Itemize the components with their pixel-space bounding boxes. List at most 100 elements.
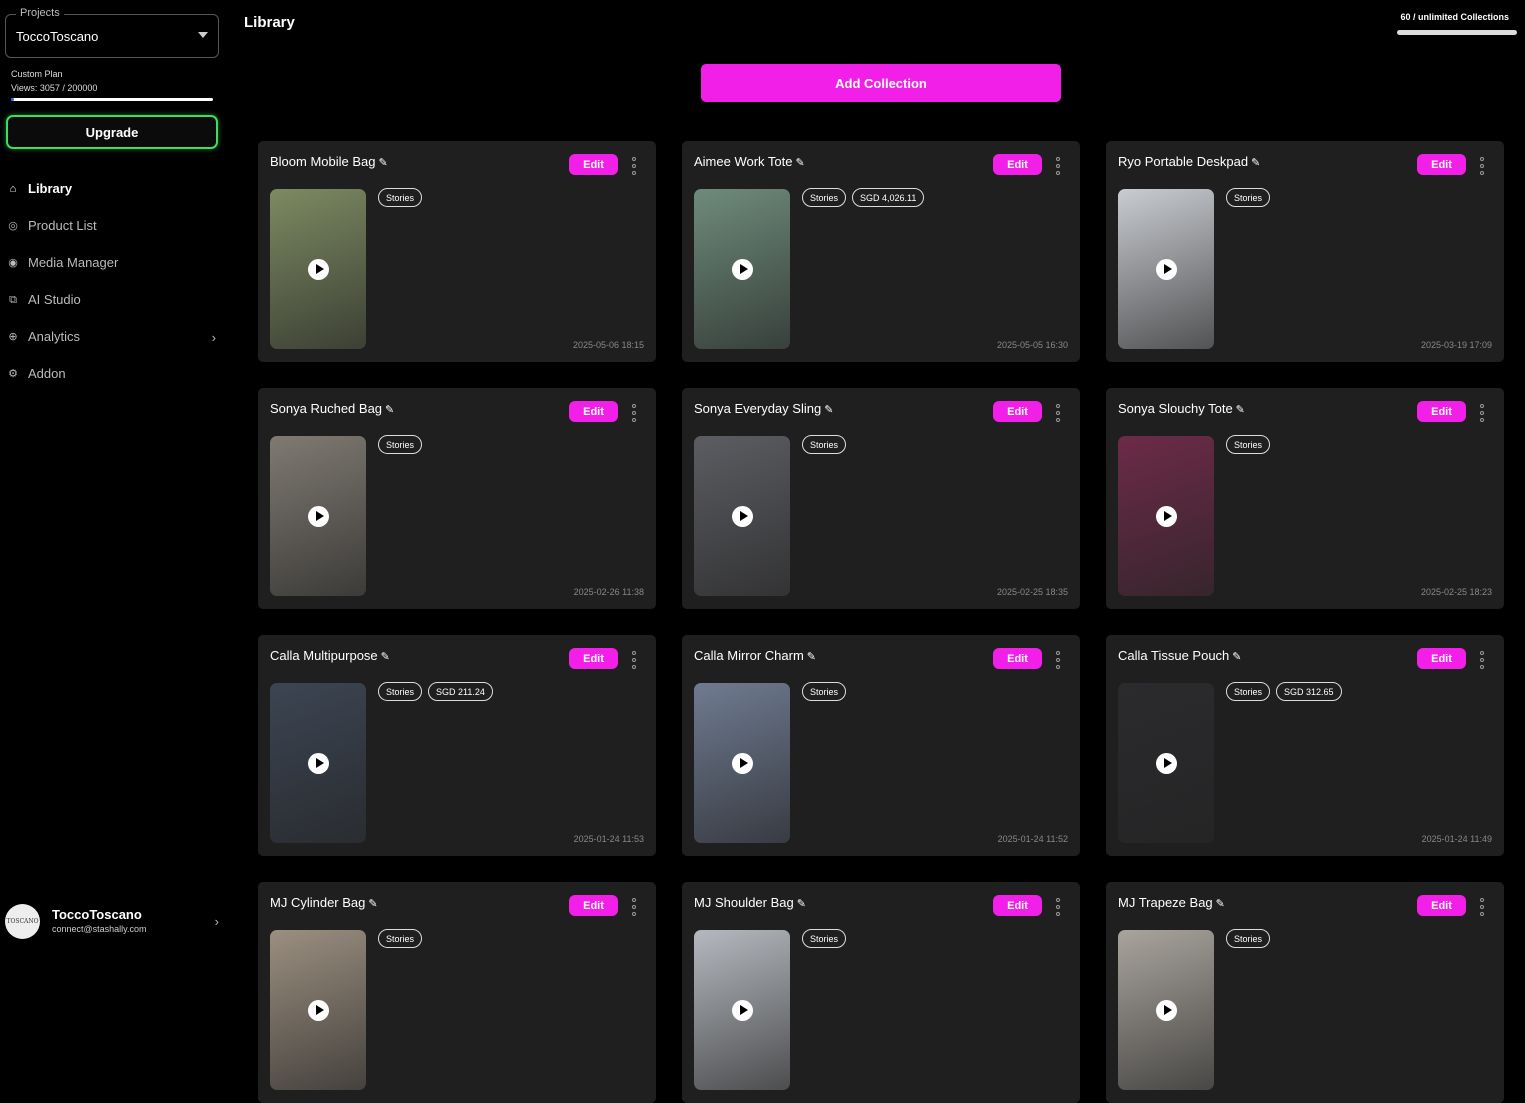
pencil-icon[interactable]: ✎ <box>797 897 806 910</box>
collection-card[interactable]: Calla Tissue Pouch ✎ Edit Stories SGD 312.65… <box>1106 635 1504 856</box>
sidebar-item-ai-studio[interactable]: ⧉ AI Studio <box>0 281 228 318</box>
video-thumbnail[interactable] <box>270 436 366 596</box>
play-icon[interactable] <box>732 259 753 280</box>
collection-date: 2025-01-24 11:49 <box>1421 834 1492 844</box>
play-icon[interactable] <box>308 259 329 280</box>
more-options-icon[interactable] <box>1052 898 1064 916</box>
video-thumbnail[interactable] <box>1118 930 1214 1090</box>
play-icon[interactable] <box>732 753 753 774</box>
video-thumbnail[interactable] <box>270 189 366 349</box>
play-icon[interactable] <box>1156 1000 1177 1021</box>
collection-title-text: Aimee Work Tote <box>694 154 793 169</box>
views-progress-fill <box>11 98 15 101</box>
play-icon[interactable] <box>1156 259 1177 280</box>
edit-button[interactable]: Edit <box>1417 154 1466 175</box>
play-icon[interactable] <box>732 1000 753 1021</box>
video-thumbnail[interactable] <box>694 683 790 843</box>
sidebar-item-addon[interactable]: ⚙ Addon <box>0 355 228 392</box>
edit-button[interactable]: Edit <box>569 648 618 669</box>
sidebar-item-product-list[interactable]: ◎ Product List <box>0 207 228 244</box>
pencil-icon[interactable]: ✎ <box>824 403 833 416</box>
sidebar-item-media-manager[interactable]: ◉ Media Manager <box>0 244 228 281</box>
pencil-icon[interactable]: ✎ <box>796 156 805 169</box>
play-icon[interactable] <box>308 753 329 774</box>
more-options-icon[interactable] <box>1052 651 1064 669</box>
video-thumbnail[interactable] <box>1118 189 1214 349</box>
edit-button[interactable]: Edit <box>569 401 618 422</box>
edit-button[interactable]: Edit <box>1417 895 1466 916</box>
collection-card[interactable]: Aimee Work Tote ✎ Edit Stories SGD 4,026.11 2… <box>682 141 1080 362</box>
pencil-icon[interactable]: ✎ <box>1232 650 1241 663</box>
more-options-icon[interactable] <box>1052 404 1064 422</box>
video-thumbnail[interactable] <box>694 436 790 596</box>
sidebar-item-analytics[interactable]: ⊕ Analytics › <box>0 318 228 355</box>
video-thumbnail[interactable] <box>694 189 790 349</box>
collection-card[interactable]: Ryo Portable Deskpad ✎ Edit Stories 2025-03-… <box>1106 141 1504 362</box>
play-icon[interactable] <box>308 1000 329 1021</box>
pencil-icon[interactable]: ✎ <box>807 650 816 663</box>
chevron-right-icon[interactable]: › <box>215 914 219 929</box>
play-icon[interactable] <box>1156 753 1177 774</box>
edit-button[interactable]: Edit <box>569 154 618 175</box>
collection-card[interactable]: Sonya Slouchy Tote ✎ Edit Stories 2025-02-25… <box>1106 388 1504 609</box>
more-options-icon[interactable] <box>1476 651 1488 669</box>
collection-tags: Stories <box>802 435 847 454</box>
edit-button[interactable]: Edit <box>1417 648 1466 669</box>
collection-card[interactable]: MJ Shoulder Bag ✎ Edit Stories <box>682 882 1080 1103</box>
video-thumbnail[interactable] <box>1118 436 1214 596</box>
collections-count: 60 / unlimited Collections <box>1400 12 1509 22</box>
collection-title-text: Calla Multipurpose <box>270 648 378 663</box>
pencil-icon[interactable]: ✎ <box>379 156 388 169</box>
upgrade-button[interactable]: Upgrade <box>6 115 218 149</box>
pencil-icon[interactable]: ✎ <box>1251 156 1260 169</box>
tag-badge: SGD 211.24 <box>428 682 493 701</box>
sidebar-nav: ⌂ Library ◎ Product List ◉ Media Manager ⧉ AI S… <box>0 170 228 392</box>
edit-button[interactable]: Edit <box>993 154 1042 175</box>
collection-tags: Stories SGD 312.65 <box>1226 682 1342 701</box>
more-options-icon[interactable] <box>1476 898 1488 916</box>
project-selector[interactable]: Projects ToccoToscano <box>5 7 219 58</box>
collection-title: Sonya Everyday Sling ✎ <box>694 401 833 416</box>
video-thumbnail[interactable] <box>1118 683 1214 843</box>
more-options-icon[interactable] <box>628 651 640 669</box>
play-icon[interactable] <box>1156 506 1177 527</box>
more-options-icon[interactable] <box>628 898 640 916</box>
collection-card[interactable]: Sonya Everyday Sling ✎ Edit Stories 2025-02-… <box>682 388 1080 609</box>
collection-card[interactable]: Calla Multipurpose ✎ Edit Stories SGD 211.24… <box>258 635 656 856</box>
sidebar-item-label: Addon <box>28 366 66 381</box>
tag-badge: SGD 4,026.11 <box>852 188 925 207</box>
collection-card[interactable]: MJ Trapeze Bag ✎ Edit Stories <box>1106 882 1504 1103</box>
video-thumbnail[interactable] <box>694 930 790 1090</box>
pencil-icon[interactable]: ✎ <box>1216 897 1225 910</box>
more-options-icon[interactable] <box>628 404 640 422</box>
more-options-icon[interactable] <box>1476 404 1488 422</box>
sidebar-item-label: Product List <box>28 218 97 233</box>
sidebar-item-label: Analytics <box>28 329 81 344</box>
collection-card[interactable]: Sonya Ruched Bag ✎ Edit Stories 2025-02-26 1… <box>258 388 656 609</box>
more-options-icon[interactable] <box>1476 157 1488 175</box>
user-profile[interactable]: TOSCANO ToccoToscano connect@stashally.c… <box>5 902 227 942</box>
video-thumbnail[interactable] <box>270 683 366 843</box>
edit-button[interactable]: Edit <box>993 648 1042 669</box>
sidebar-item-label: AI Studio <box>28 292 81 307</box>
collection-card[interactable]: MJ Cylinder Bag ✎ Edit Stories <box>258 882 656 1103</box>
pencil-icon[interactable]: ✎ <box>1236 403 1245 416</box>
collection-card[interactable]: Calla Mirror Charm ✎ Edit Stories 2025-01-24… <box>682 635 1080 856</box>
more-options-icon[interactable] <box>628 157 640 175</box>
pencil-icon[interactable]: ✎ <box>368 897 377 910</box>
play-icon[interactable] <box>732 506 753 527</box>
pencil-icon[interactable]: ✎ <box>385 403 394 416</box>
sidebar-item-library[interactable]: ⌂ Library <box>0 170 228 207</box>
edit-button[interactable]: Edit <box>993 401 1042 422</box>
more-options-icon[interactable] <box>1052 157 1064 175</box>
collection-date: 2025-02-26 11:38 <box>573 587 644 597</box>
add-collection-button[interactable]: Add Collection <box>701 64 1061 102</box>
play-icon[interactable] <box>308 506 329 527</box>
collection-title-text: Calla Mirror Charm <box>694 648 804 663</box>
edit-button[interactable]: Edit <box>569 895 618 916</box>
edit-button[interactable]: Edit <box>993 895 1042 916</box>
video-thumbnail[interactable] <box>270 930 366 1090</box>
pencil-icon[interactable]: ✎ <box>381 650 390 663</box>
edit-button[interactable]: Edit <box>1417 401 1466 422</box>
collection-card[interactable]: Bloom Mobile Bag ✎ Edit Stories 2025-05-06 1… <box>258 141 656 362</box>
